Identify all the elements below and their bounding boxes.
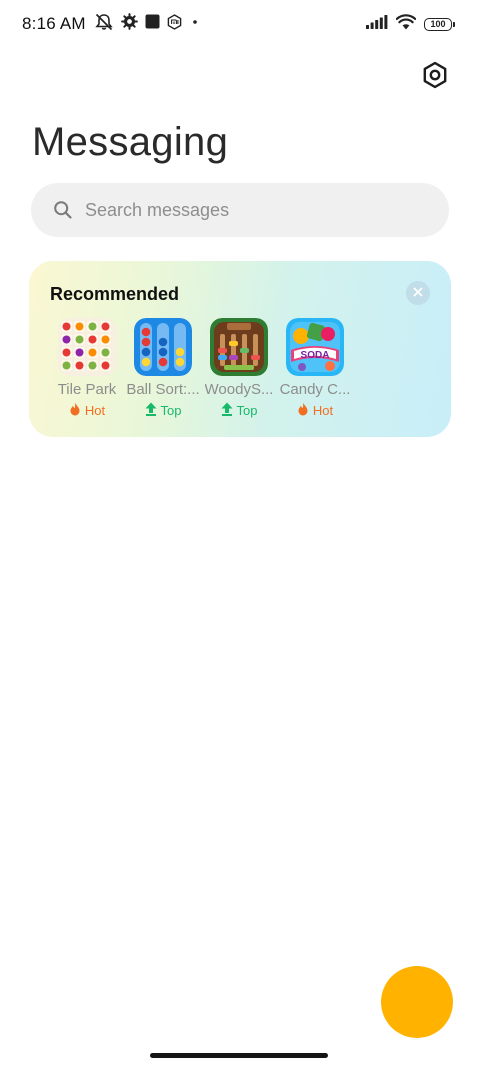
app-item-woody-sort[interactable]: WoodyS... Top xyxy=(201,318,277,419)
search-bar[interactable] xyxy=(31,183,449,237)
app-badge: Hot xyxy=(297,402,333,419)
arrow-up-icon xyxy=(221,402,233,419)
recommended-card: Recommended Tile Park Hot Ball Sort:... … xyxy=(29,261,451,437)
battery-icon: 100 xyxy=(424,18,455,31)
dot-icon xyxy=(189,15,201,33)
app-item-candy-crush[interactable]: SODA Candy C... Hot xyxy=(277,318,353,419)
app-name: Tile Park xyxy=(57,381,117,398)
app-badge: Top xyxy=(145,402,182,419)
page-title: Messaging xyxy=(32,120,229,164)
search-input[interactable] xyxy=(85,199,405,221)
status-time: 8:16 AM xyxy=(22,14,86,33)
app-name: WoodyS... xyxy=(204,381,274,398)
ball-sort-app-icon xyxy=(134,318,192,376)
signal-icon xyxy=(366,15,388,34)
recommended-apps: Tile Park Hot Ball Sort:... Top WoodyS..… xyxy=(29,318,451,423)
settings-button[interactable] xyxy=(418,60,452,94)
settings-hexagon-icon xyxy=(422,61,448,94)
candy-crush-app-icon: SODA xyxy=(286,318,344,376)
app-name: Ball Sort:... xyxy=(126,381,200,398)
wifi-icon xyxy=(395,14,417,35)
app-badge-label: Top xyxy=(160,403,182,418)
fire-icon xyxy=(297,402,309,419)
status-left: 8:16 AM xyxy=(22,13,201,35)
search-icon xyxy=(53,200,73,220)
app-item-ball-sort[interactable]: Ball Sort:... Top xyxy=(125,318,201,419)
new-message-button[interactable] xyxy=(381,966,453,1038)
close-recommended-button[interactable] xyxy=(406,281,430,305)
app-name: Candy C... xyxy=(279,381,351,398)
woody-sort-app-icon xyxy=(210,318,268,376)
arrow-up-icon xyxy=(145,402,157,419)
fire-icon xyxy=(69,402,81,419)
mi-icon xyxy=(167,13,182,35)
svg-text:SODA: SODA xyxy=(301,350,330,361)
home-indicator[interactable] xyxy=(150,1053,328,1058)
settings-cog-icon xyxy=(120,13,138,35)
app-item-tile-park[interactable]: Tile Park Hot xyxy=(49,318,125,419)
recommended-title: Recommended xyxy=(50,284,180,304)
app-badge: Hot xyxy=(69,402,105,419)
app-badge: Top xyxy=(221,402,258,419)
app-badge-label: Top xyxy=(236,403,258,418)
app-badge-label: Hot xyxy=(84,403,106,418)
mute-notification-icon xyxy=(94,13,114,36)
square-app-icon xyxy=(145,14,160,34)
battery-level: 100 xyxy=(430,19,446,29)
close-icon xyxy=(413,284,423,302)
tile-park-app-icon xyxy=(58,318,116,376)
status-right: 100 xyxy=(366,14,455,35)
status-icons-left xyxy=(94,13,201,36)
app-badge-label: Hot xyxy=(312,403,334,418)
status-bar: 8:16 AM 100 xyxy=(0,0,480,48)
